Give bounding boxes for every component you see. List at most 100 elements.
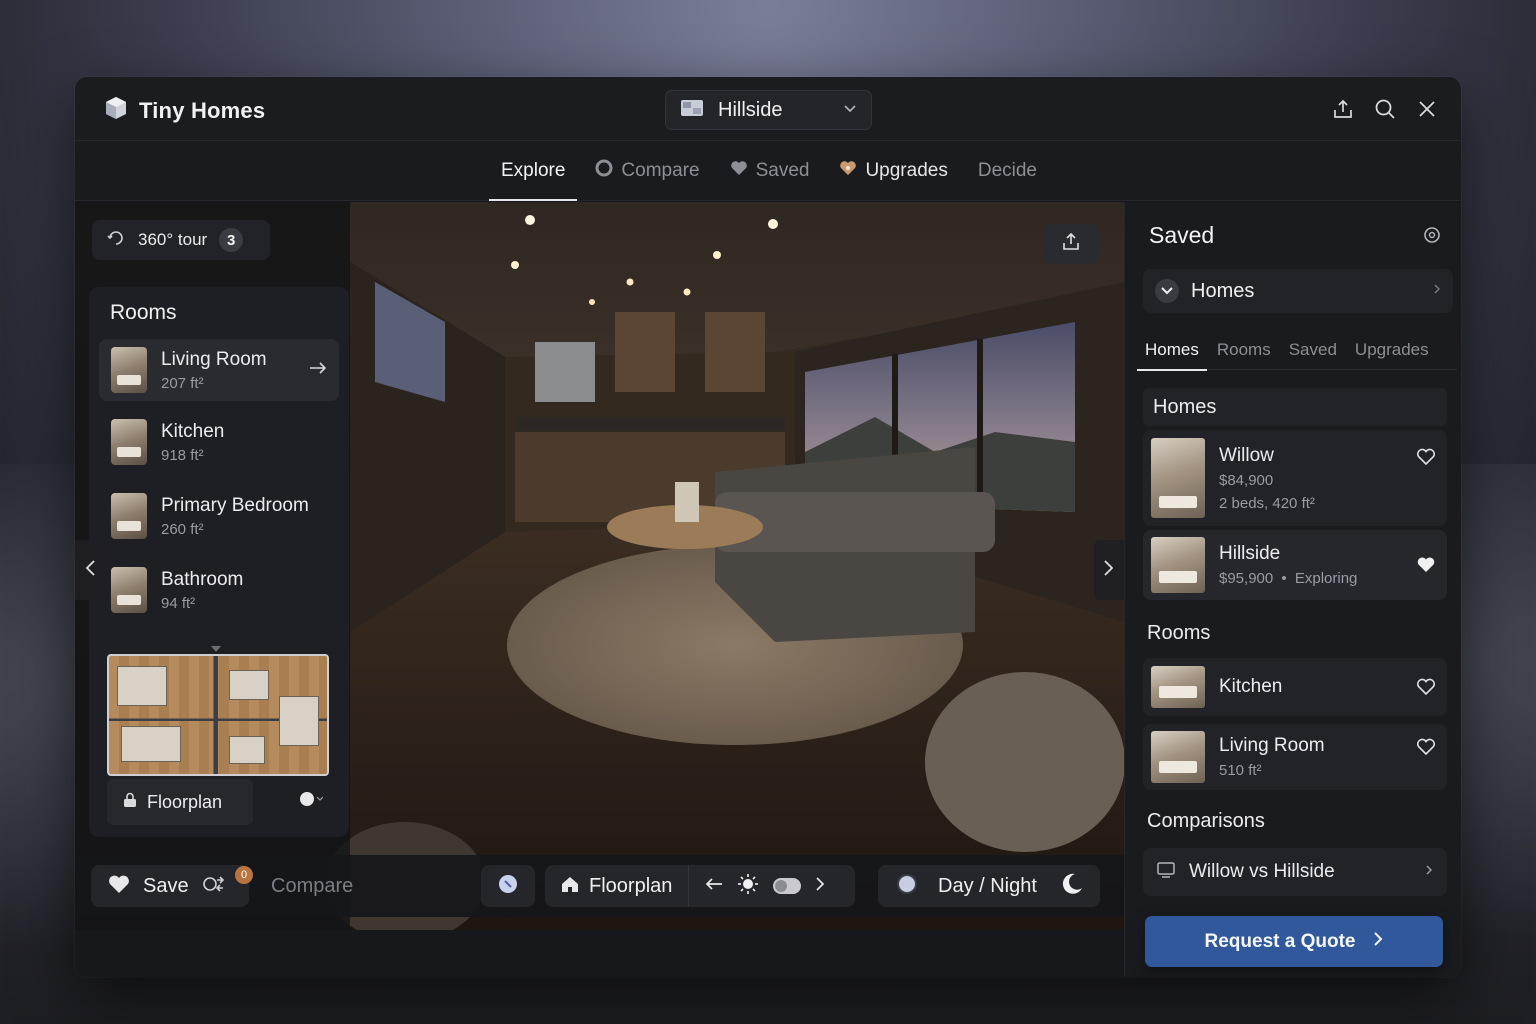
comparisons-section-header: Comparisons [1147, 809, 1265, 832]
room-name: Bathroom [161, 568, 244, 590]
notification-badge: 0 [235, 866, 253, 884]
room-name: Kitchen [161, 420, 225, 442]
rooms-panel-title: Rooms [110, 301, 177, 324]
home-card-willow[interactable]: Willow $84,900 2 beds, 420 ft² [1143, 430, 1447, 526]
request-quote-button[interactable]: Request a Quote [1145, 916, 1443, 967]
heart-outline-icon[interactable] [1415, 736, 1437, 758]
tab-compare-label: Compare [621, 160, 700, 181]
tab-decide-label: Decide [977, 160, 1037, 181]
tab-upgrades[interactable]: Upgrades [827, 141, 959, 201]
chevron-right-icon [1103, 559, 1115, 582]
day-night-toggle[interactable]: Day / Night [878, 865, 1100, 907]
saved-tab-rooms[interactable]: Rooms [1209, 330, 1279, 370]
saved-panel: Saved Homes Homes Rooms Saved Upgrades H… [1124, 202, 1461, 977]
floorplan-toggle-button[interactable]: Floorplan [545, 865, 690, 907]
compare-button[interactable]: Compare [271, 875, 353, 898]
saved-panel-title: Saved [1149, 222, 1215, 248]
room-viewer[interactable]: 360° tour 3 Rooms Living Room 207 ft² Ki… [75, 202, 1124, 930]
home-selector[interactable]: Hillside [665, 90, 872, 130]
settings-icon[interactable] [1421, 224, 1445, 248]
tab-saved[interactable]: Saved [718, 141, 822, 201]
tab-decide[interactable]: Decide [966, 141, 1049, 201]
heart-filled-icon[interactable] [1415, 554, 1437, 576]
chevron-down-icon [1155, 279, 1179, 303]
close-icon[interactable] [1415, 97, 1439, 121]
home-details: 2 beds, 420 ft² [1219, 494, 1315, 512]
arrow-left-icon[interactable] [705, 877, 723, 896]
home-price: $84,900 [1219, 471, 1274, 489]
sun-icon[interactable] [737, 873, 759, 900]
floorplan-controls: Floorplan [545, 865, 855, 907]
tour-chip[interactable]: 360° tour 3 [92, 220, 270, 260]
floorplan-button[interactable]: Floorplan [107, 779, 253, 825]
home-selector-value: Hillside [718, 98, 783, 121]
previous-view-button[interactable] [75, 540, 105, 600]
heart-badge-icon [839, 160, 857, 182]
saved-tab-homes[interactable]: Homes [1137, 330, 1207, 371]
home-thumbnail [1151, 438, 1205, 518]
saved-tab-saved[interactable]: Saved [1281, 330, 1345, 370]
room-size: 94 ft² [161, 594, 196, 612]
moon-icon [1060, 872, 1084, 901]
room-item-primary-bedroom[interactable]: Primary Bedroom 260 ft² [99, 485, 339, 547]
share-icon[interactable] [1331, 97, 1355, 121]
room-thumbnail [111, 493, 147, 539]
chevron-right-icon[interactable] [815, 876, 825, 897]
room-thumbnail [111, 419, 147, 465]
request-quote-label: Request a Quote [1204, 930, 1356, 952]
comparison-item[interactable]: Willow vs Hillside [1143, 848, 1447, 896]
saved-tabs: Homes Rooms Saved Upgrades [1137, 330, 1457, 371]
tab-saved-label: Saved [755, 160, 810, 181]
cube-logo-icon [103, 95, 129, 126]
day-night-label: Day / Night [938, 874, 1037, 897]
home-name: Hillside [1219, 543, 1281, 564]
heart-icon [107, 874, 131, 899]
room-item-bathroom[interactable]: Bathroom 94 ft² [99, 559, 339, 621]
compare-screen-icon [1157, 861, 1175, 883]
chevron-right-icon [1425, 863, 1433, 881]
heart-outline-icon[interactable] [1415, 676, 1437, 698]
minimap-toggle[interactable] [299, 789, 323, 809]
rotate-360-icon [106, 228, 126, 253]
people-sync-icon [201, 874, 229, 899]
main-tab-bar: Explore Compare Saved Upgrades Decide [75, 141, 1461, 201]
saved-room-living-room[interactable]: Living Room 510 ft² [1143, 724, 1447, 790]
chevron-down-icon [843, 101, 857, 120]
compass-icon [497, 873, 519, 900]
room-item-living-room[interactable]: Living Room 207 ft² [99, 339, 339, 401]
chevron-right-icon [1433, 282, 1441, 300]
tab-explore[interactable]: Explore [489, 141, 578, 201]
tour-count-badge: 3 [219, 228, 244, 252]
save-button[interactable]: Save [91, 865, 249, 907]
tab-compare[interactable]: Compare [583, 141, 711, 201]
saved-tab-upgrades[interactable]: Upgrades [1347, 330, 1437, 370]
floorplan-minimap[interactable] [107, 654, 329, 776]
lighting-toggle[interactable] [773, 878, 802, 894]
floorplan-button-label: Floorplan [147, 791, 223, 812]
next-view-button[interactable] [1094, 540, 1124, 600]
rooms-panel: Rooms Living Room 207 ft² Kitchen 918 ft… [89, 287, 349, 837]
home-thumbnail [1151, 537, 1205, 593]
comparison-label: Willow vs Hillside [1189, 861, 1335, 882]
export-view-button[interactable] [1043, 224, 1099, 264]
app-window: Tiny Homes Hillside Explore Compare Save… [75, 77, 1461, 977]
room-thumbnail [1151, 731, 1205, 783]
save-label: Save [143, 874, 189, 897]
heart-outline-icon[interactable] [1415, 446, 1437, 468]
app-title: Tiny Homes [139, 97, 266, 123]
room-item-kitchen[interactable]: Kitchen 918 ft² [99, 411, 339, 473]
saved-category-select[interactable]: Homes [1143, 269, 1453, 313]
search-icon[interactable] [1373, 97, 1397, 121]
circle-icon [595, 159, 613, 183]
chevron-left-icon [84, 559, 96, 582]
saved-category-value: Homes [1191, 279, 1255, 302]
home-card-hillside[interactable]: Hillside $95,900 • Exploring [1143, 530, 1447, 600]
room-size: 207 ft² [161, 374, 204, 392]
saved-room-kitchen[interactable]: Kitchen [1143, 658, 1447, 716]
room-size: 918 ft² [161, 446, 204, 464]
homes-section-header: Homes [1143, 388, 1447, 426]
home-price: $95,900 [1219, 570, 1274, 587]
saved-room-size: 510 ft² [1219, 762, 1262, 779]
room-thumbnail [111, 567, 147, 613]
compass-button[interactable] [481, 865, 535, 907]
